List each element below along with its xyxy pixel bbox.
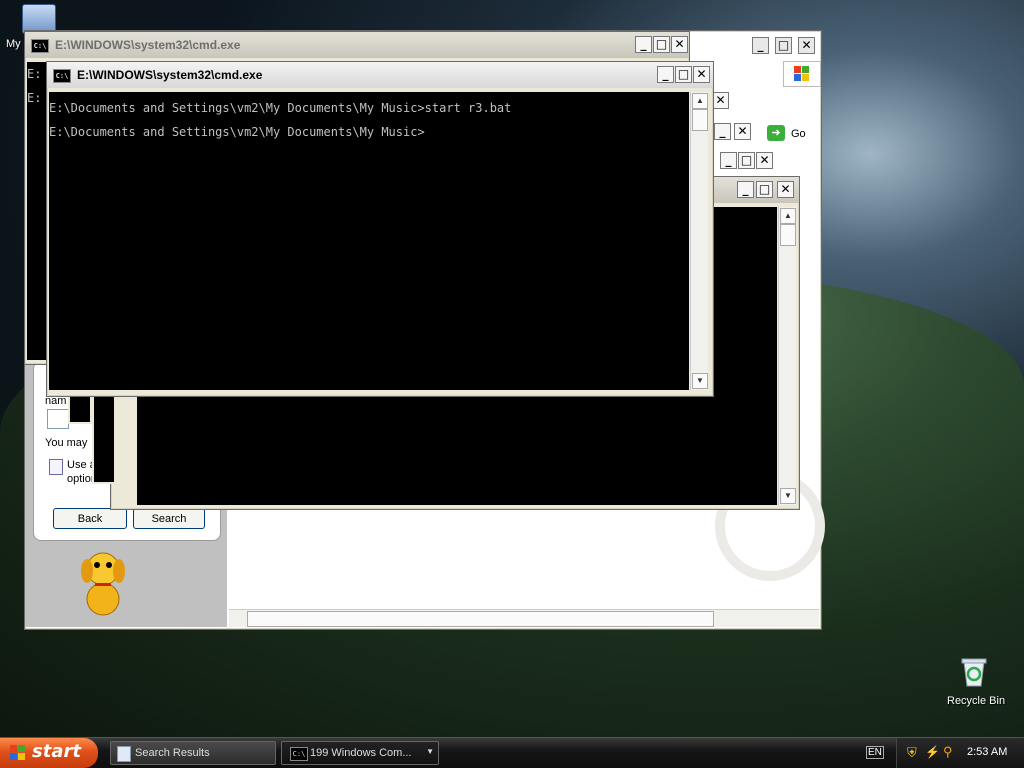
cmd-front-console[interactable]: E:\Documents and Settings\vm2\My Documen… <box>49 92 689 390</box>
back-button[interactable]: Back <box>53 508 127 529</box>
scroll-down-arrow[interactable]: ▼ <box>692 373 708 389</box>
chevron-down-icon: ▼ <box>426 747 434 756</box>
scroll-thumb[interactable] <box>692 109 708 131</box>
start-button[interactable]: start <box>0 738 98 768</box>
maximize-icon[interactable]: □ <box>653 36 670 53</box>
taskbar: start Search Results C:\ 199 Windows Com… <box>0 737 1024 768</box>
horizontal-scrollbar[interactable] <box>229 609 819 627</box>
recycle-bin-icon[interactable] <box>960 656 988 688</box>
system-tray: ⛨ ⚡ ⚲ 2:53 AM <box>896 738 1024 768</box>
windows-flag-icon <box>10 745 26 761</box>
search-tray-icon[interactable]: ⚲ <box>943 744 953 760</box>
console-line: E:\Documents and Settings\vm2\My Documen… <box>49 101 512 115</box>
maximize-icon[interactable]: □ <box>738 152 755 169</box>
close-icon[interactable]: ✕ <box>756 152 773 169</box>
windows-flag-icon <box>783 61 821 87</box>
close-icon[interactable]: ✕ <box>798 37 815 54</box>
taskbar-windows-command-group[interactable]: C:\ 199 Windows Com... ▼ <box>281 741 439 765</box>
security-shield-icon[interactable]: ⛨ <box>907 745 917 761</box>
advanced-options-icon[interactable] <box>49 459 63 475</box>
minimize-icon[interactable]: _ <box>752 37 769 54</box>
close-icon[interactable]: ✕ <box>671 36 688 53</box>
minimize-icon[interactable]: _ <box>737 181 754 198</box>
minimize-icon[interactable]: _ <box>714 123 731 140</box>
cmd-back-title-bar: C:\ E:\WINDOWS\system32\cmd.exe <box>25 32 689 58</box>
scroll-up-arrow[interactable]: ▲ <box>692 93 708 109</box>
task-label: Search Results <box>135 747 210 759</box>
maximize-icon[interactable]: □ <box>775 37 792 54</box>
network-icon[interactable]: ⚡ <box>925 745 940 759</box>
language-indicator[interactable]: EN <box>866 746 884 759</box>
start-label: start <box>32 741 81 762</box>
stacked-vertical-scrollbar[interactable]: ▲ ▼ <box>778 207 796 505</box>
maximize-icon[interactable]: □ <box>756 181 773 198</box>
taskbar-search-results[interactable]: Search Results <box>110 741 276 765</box>
minimize-icon[interactable]: _ <box>657 66 674 83</box>
close-icon[interactable]: ✕ <box>712 92 729 109</box>
cmd-back-title: E:\WINDOWS\system32\cmd.exe <box>55 38 241 52</box>
console-icon: C:\ <box>290 747 308 761</box>
close-icon[interactable]: ✕ <box>777 181 794 198</box>
name-input[interactable] <box>47 409 69 429</box>
recycle-bin-label: Recycle Bin <box>947 695 1006 707</box>
cmd-front-title: E:\WINDOWS\system32\cmd.exe <box>77 68 263 82</box>
go-label[interactable]: Go <box>791 128 806 140</box>
search-button[interactable]: Search <box>133 508 205 529</box>
scroll-down-arrow[interactable]: ▼ <box>780 488 796 504</box>
search-results-icon <box>117 746 131 762</box>
you-may-label: You may <box>45 437 88 449</box>
clock: 2:53 AM <box>967 746 1008 758</box>
cmd-front-title-bar[interactable]: C:\ E:\WINDOWS\system32\cmd.exe <box>47 62 713 88</box>
minimize-icon[interactable]: _ <box>720 152 737 169</box>
console-icon: C:\ <box>53 69 71 83</box>
console-line: E:\Documents and Settings\vm2\My Documen… <box>49 125 425 139</box>
cmd-window-front: C:\ E:\WINDOWS\system32\cmd.exe _ □ ✕ E:… <box>46 61 714 397</box>
cmd-front-vertical-scrollbar[interactable]: ▲ ▼ <box>690 92 708 390</box>
stacked-console-edge <box>92 390 116 484</box>
go-arrow-icon[interactable]: ➜ <box>767 125 785 141</box>
maximize-icon[interactable]: □ <box>675 66 692 83</box>
scroll-thumb[interactable] <box>780 224 796 246</box>
search-dog-icon[interactable] <box>75 547 131 619</box>
minimize-icon[interactable]: _ <box>635 36 652 53</box>
console-icon: C:\ <box>31 39 49 53</box>
my-computer-label: My <box>6 38 21 50</box>
scroll-up-arrow[interactable]: ▲ <box>780 208 796 224</box>
close-icon[interactable]: ✕ <box>734 123 751 140</box>
close-icon[interactable]: ✕ <box>693 66 710 83</box>
task-label: 199 Windows Com... <box>310 747 412 759</box>
